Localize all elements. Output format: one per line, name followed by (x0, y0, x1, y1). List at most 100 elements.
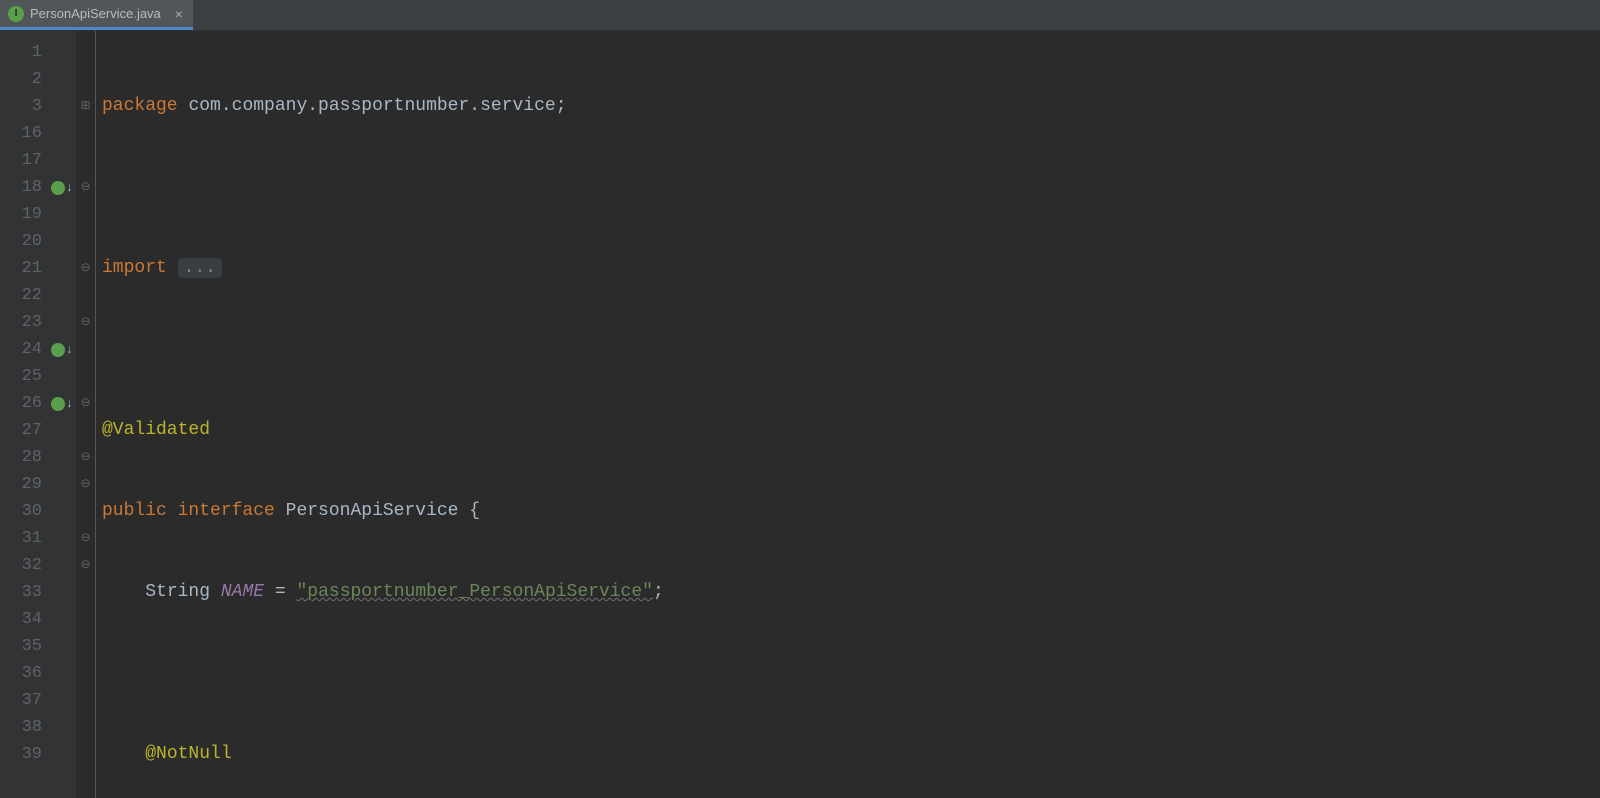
line-number[interactable]: 2 (0, 66, 42, 93)
fold-toggle (76, 39, 95, 66)
line-number[interactable]: 20 (0, 228, 42, 255)
line-number[interactable]: 33 (0, 579, 42, 606)
gutter-marker-row (48, 525, 76, 552)
gutter-marker-row (48, 93, 76, 120)
line-number[interactable]: 35 (0, 633, 42, 660)
fold-gutter[interactable]: ⊞⊖⊖⊖⊖⊖⊖⊖⊖ (76, 31, 96, 798)
fold-toggle (76, 660, 95, 687)
tab-bar: I PersonApiService.java × (0, 0, 1600, 31)
class-name: PersonApiService (286, 501, 459, 521)
gutter-marker-row (48, 39, 76, 66)
code-line: @NotNull (102, 741, 1600, 768)
close-icon[interactable]: × (175, 7, 183, 21)
gutter-marker-row (48, 660, 76, 687)
line-number[interactable]: 16 (0, 120, 42, 147)
down-arrow-icon: ↓ (66, 390, 74, 417)
fold-toggle (76, 606, 95, 633)
gutter-marker-row (48, 498, 76, 525)
line-number[interactable]: 31 (0, 525, 42, 552)
line-number[interactable]: 37 (0, 687, 42, 714)
fold-toggle (76, 633, 95, 660)
gutter-marker-row: ↓ (48, 174, 76, 201)
gutter-marker-row (48, 714, 76, 741)
line-number[interactable]: 24 (0, 336, 42, 363)
line-number[interactable]: 21 (0, 255, 42, 282)
string-literal: "passportnumber_PersonApiService" (297, 582, 653, 602)
code-line: public interface PersonApiService { (102, 498, 1600, 525)
line-number-gutter[interactable]: 1231617181920212223242526272829303132333… (0, 31, 48, 798)
tab-filename: PersonApiService.java (30, 6, 161, 21)
line-number[interactable]: 39 (0, 741, 42, 768)
fold-toggle[interactable]: ⊞ (76, 93, 95, 120)
line-number[interactable]: 3 (0, 93, 42, 120)
gutter-marker-row (48, 147, 76, 174)
gutter-marker-row: ↓ (48, 390, 76, 417)
fold-toggle[interactable]: ⊖ (76, 444, 95, 471)
line-number[interactable]: 23 (0, 309, 42, 336)
code-line: String NAME = "passportnumber_PersonApiS… (102, 579, 1600, 606)
line-number[interactable]: 36 (0, 660, 42, 687)
field-name: NAME (221, 582, 264, 602)
gutter-marker-row (48, 228, 76, 255)
gutter-marker-row (48, 552, 76, 579)
line-number[interactable]: 30 (0, 498, 42, 525)
annotation-notnull: @NotNull (145, 744, 231, 764)
fold-toggle (76, 498, 95, 525)
line-number[interactable]: 38 (0, 714, 42, 741)
gutter-marker-row: ↓ (48, 336, 76, 363)
code-area[interactable]: package com.company.passportnumber.servi… (96, 31, 1600, 798)
fold-toggle (76, 336, 95, 363)
gutter-marker-row (48, 687, 76, 714)
fold-toggle[interactable]: ⊖ (76, 255, 95, 282)
gutter-marker-row (48, 606, 76, 633)
marker-gutter[interactable]: ↓ ↓ ↓ (48, 31, 76, 798)
fold-toggle[interactable]: ⊖ (76, 390, 95, 417)
line-number[interactable]: 29 (0, 471, 42, 498)
fold-toggle[interactable]: ⊖ (76, 552, 95, 579)
line-number[interactable]: 25 (0, 363, 42, 390)
keyword-package: package (102, 96, 178, 116)
fold-toggle (76, 363, 95, 390)
gutter-marker-row (48, 282, 76, 309)
line-number[interactable]: 26 (0, 390, 42, 417)
editor-tab[interactable]: I PersonApiService.java × (0, 0, 193, 30)
folded-imports[interactable]: ... (178, 258, 222, 278)
line-number[interactable]: 27 (0, 417, 42, 444)
line-number[interactable]: 18 (0, 174, 42, 201)
fold-toggle (76, 228, 95, 255)
code-line (102, 336, 1600, 363)
code-line: package com.company.passportnumber.servi… (102, 93, 1600, 120)
line-number[interactable]: 17 (0, 147, 42, 174)
line-number[interactable]: 1 (0, 39, 42, 66)
fold-toggle (76, 282, 95, 309)
fold-toggle[interactable]: ⊖ (76, 471, 95, 498)
down-arrow-icon: ↓ (66, 336, 74, 363)
code-line: @Validated (102, 417, 1600, 444)
fold-toggle (76, 201, 95, 228)
gutter-marker-row (48, 66, 76, 93)
line-number[interactable]: 34 (0, 606, 42, 633)
gutter-marker-row (48, 579, 76, 606)
line-number[interactable]: 28 (0, 444, 42, 471)
implements-marker-icon[interactable] (51, 181, 65, 195)
gutter-marker-row (48, 120, 76, 147)
fold-toggle (76, 147, 95, 174)
fold-toggle[interactable]: ⊖ (76, 174, 95, 201)
fold-toggle (76, 579, 95, 606)
field-type: String (145, 582, 210, 602)
fold-toggle (76, 714, 95, 741)
gutter-marker-row (48, 741, 76, 768)
annotation-validated: @Validated (102, 420, 210, 440)
line-number[interactable]: 19 (0, 201, 42, 228)
implements-marker-icon[interactable] (51, 397, 65, 411)
fold-toggle (76, 687, 95, 714)
fold-toggle[interactable]: ⊖ (76, 309, 95, 336)
keyword-interface: interface (178, 501, 275, 521)
fold-toggle[interactable]: ⊖ (76, 525, 95, 552)
line-number[interactable]: 22 (0, 282, 42, 309)
implements-marker-icon[interactable] (51, 343, 65, 357)
editor-area: 1231617181920212223242526272829303132333… (0, 31, 1600, 798)
gutter-marker-row (48, 309, 76, 336)
fold-toggle (76, 417, 95, 444)
line-number[interactable]: 32 (0, 552, 42, 579)
